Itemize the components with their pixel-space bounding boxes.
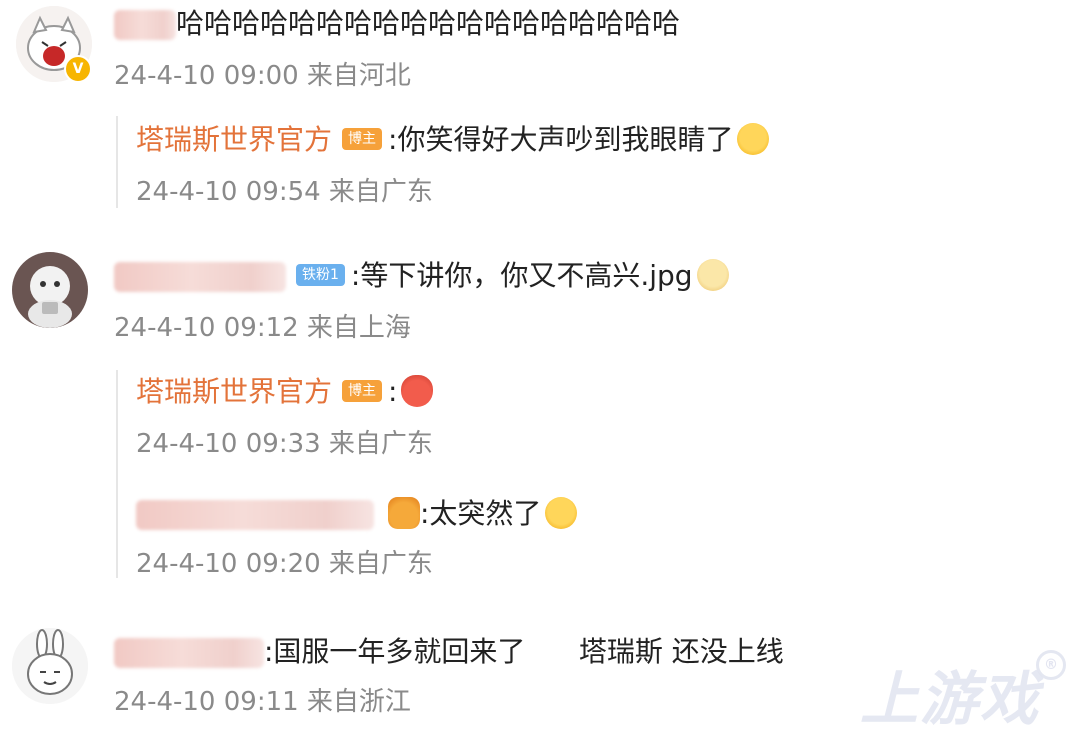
reply-text: : <box>388 375 398 408</box>
watermark: 上游戏 <box>859 665 1040 733</box>
comment-text: :等下讲你，你又不高兴.jpg <box>350 259 693 292</box>
reply-author[interactable]: 塔瑞斯世界官方 <box>136 123 332 156</box>
reply-author[interactable]: 塔瑞斯世界官方 <box>136 375 332 408</box>
crown-icon <box>388 497 420 529</box>
comment-meta: 24-4-10 09:11 来自浙江 <box>114 687 411 717</box>
shocked-emoji-icon <box>401 375 434 407</box>
comment-meta: 24-4-10 09:00 来自河北 <box>114 61 411 91</box>
registered-mark-icon: ® <box>1036 650 1066 680</box>
comment-meta: 24-4-10 09:12 来自上海 <box>114 313 411 343</box>
doge-emoji-icon <box>696 259 729 291</box>
avatar[interactable] <box>12 252 88 328</box>
reply-author[interactable] <box>136 500 374 530</box>
reply-text: :你笑得好大声吵到我眼睛了 <box>388 123 734 156</box>
username[interactable] <box>114 262 286 292</box>
reply-line: :太突然了 <box>136 494 578 534</box>
verified-icon: V <box>64 55 92 83</box>
comment-text: :国服一年多就回来了 塔瑞斯 还没上线 <box>264 635 784 668</box>
sweat-emoji-icon <box>545 497 578 529</box>
reply-line: 塔瑞斯世界官方 博主: <box>136 372 434 412</box>
comment-line: :国服一年多就回来了 塔瑞斯 还没上线 <box>114 632 784 672</box>
reply-line: 塔瑞斯世界官方 博主:你笑得好大声吵到我眼睛了 <box>136 120 770 160</box>
comment-text: 哈哈哈哈哈哈哈哈哈哈哈哈哈哈哈哈哈哈 <box>176 7 681 40</box>
avatar[interactable] <box>12 628 88 704</box>
host-badge: 博主 <box>342 128 383 150</box>
crying-emoji-icon <box>737 123 770 155</box>
reply-meta: 24-4-10 09:54 来自广东 <box>136 177 433 207</box>
reply-text: :太突然了 <box>420 497 542 530</box>
fan-badge: 铁粉1 <box>296 264 345 286</box>
host-badge: 博主 <box>342 380 383 402</box>
reply-divider <box>116 116 118 208</box>
username[interactable] <box>114 638 264 668</box>
comment-line: 铁粉1:等下讲你，你又不高兴.jpg <box>114 256 729 296</box>
comment-line: 哈哈哈哈哈哈哈哈哈哈哈哈哈哈哈哈哈哈 <box>114 4 680 44</box>
reply-meta: 24-4-10 09:20 来自广东 <box>136 549 433 579</box>
username[interactable] <box>114 10 176 40</box>
reply-divider <box>116 370 118 578</box>
reply-meta: 24-4-10 09:33 来自广东 <box>136 429 433 459</box>
